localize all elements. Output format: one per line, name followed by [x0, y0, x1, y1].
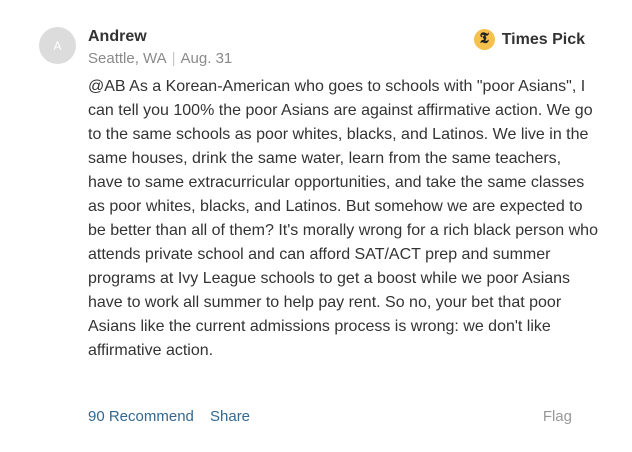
times-pick-label: Times Pick	[501, 30, 585, 48]
times-pick-badge: 𝕿 Times Pick	[473, 29, 585, 50]
share-button[interactable]: Share	[210, 407, 250, 427]
comment-date: Aug. 31	[180, 50, 233, 67]
flag-button[interactable]: Flag	[543, 407, 572, 427]
comment-actions: 90 Recommend Share Flag	[88, 407, 572, 427]
comment-card: A Andrew Seattle, WA | Aug. 31 𝕿 Times Pic…	[0, 0, 632, 452]
recommend-button[interactable]: 90 Recommend	[88, 407, 194, 427]
comment-location: Seattle, WA	[88, 50, 167, 67]
comment-body: @AB As a Korean-American who goes to sch…	[88, 78, 598, 359]
comment-author: Andrew	[88, 28, 147, 45]
meta-separator: |	[171, 50, 176, 67]
nyt-logo-icon: 𝕿	[473, 29, 495, 50]
avatar: A	[39, 27, 76, 64]
comment-meta: Seattle, WA | Aug. 31	[88, 49, 232, 69]
